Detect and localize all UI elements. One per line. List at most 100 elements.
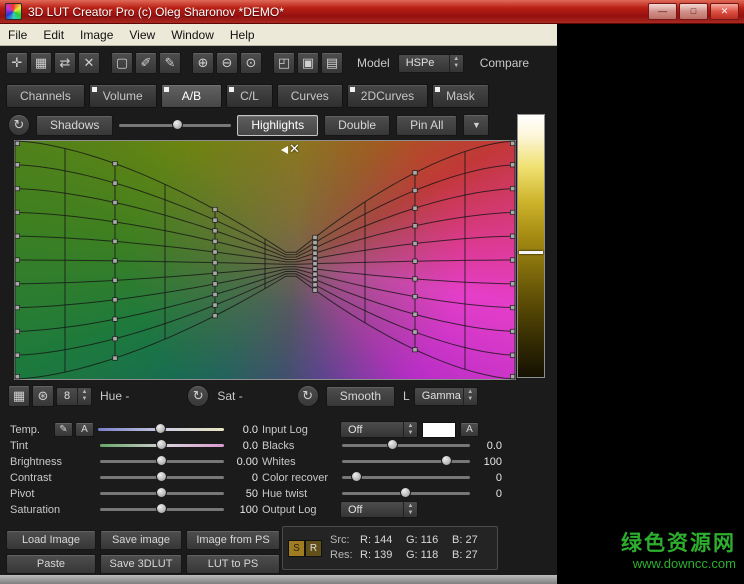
collapse-tool-button[interactable]: ⇄ — [54, 52, 76, 74]
checker-tool-button[interactable]: ▣ — [297, 52, 319, 74]
frame-tool-button[interactable]: ◰ — [273, 52, 295, 74]
menu-item-image[interactable]: Image — [72, 24, 121, 45]
ab-mesh[interactable] — [15, 141, 515, 379]
slider-thumb[interactable] — [156, 471, 167, 482]
sat-reset-button[interactable]: ↻ — [297, 385, 319, 407]
luminance-bar[interactable] — [517, 114, 545, 378]
load-image-button[interactable]: Load Image — [6, 530, 96, 550]
menu-item-help[interactable]: Help — [222, 24, 263, 45]
slider-thumb[interactable] — [400, 487, 411, 498]
zoom-in-button[interactable]: ⊕ — [192, 52, 214, 74]
color-wheel-button[interactable]: ⊛ — [32, 385, 54, 407]
shadows-highlights-slider[interactable] — [119, 117, 231, 133]
pen-tool-button[interactable]: ✎ — [159, 52, 181, 74]
color-recover-slider[interactable] — [342, 470, 470, 486]
zoom-out-button[interactable]: ⊖ — [216, 52, 238, 74]
tab-2dcurves[interactable]: 2DCurves — [347, 84, 428, 108]
pivot-slider[interactable] — [100, 486, 224, 502]
slider-thumb[interactable] — [155, 423, 166, 434]
double-button[interactable]: Double — [324, 115, 390, 136]
ab-color-plane[interactable]: ✕ — [14, 140, 516, 380]
mouse-cursor: ✕ — [281, 141, 300, 157]
auto-label: A — [81, 424, 88, 435]
brightness-slider[interactable] — [100, 454, 224, 470]
minimize-button[interactable]: — — [648, 3, 677, 20]
tab-curves[interactable]: Curves — [277, 84, 343, 108]
grid-options-dropdown-button[interactable]: ▼ — [463, 114, 489, 136]
grid-divisions-spinner[interactable]: 8 ▲▼ — [56, 387, 92, 406]
saturation-slider[interactable] — [100, 502, 224, 518]
output-log-select[interactable]: Off ▲▼ — [340, 501, 418, 518]
slider-thumb[interactable] — [156, 439, 167, 450]
menu-item-edit[interactable]: Edit — [35, 24, 72, 45]
temp-slider[interactable] — [98, 422, 224, 438]
slider-thumb[interactable] — [156, 455, 167, 466]
model-spinner[interactable]: ▲▼ — [449, 55, 463, 72]
move-tool-button[interactable]: ✛ — [6, 52, 28, 74]
delete-tool-button[interactable]: ✕ — [78, 52, 100, 74]
output-log-spinner[interactable]: ▲▼ — [403, 502, 417, 517]
save-image-button[interactable]: Save image — [100, 530, 182, 550]
tab-channels[interactable]: Channels — [6, 84, 85, 108]
input-log-spinner[interactable]: ▲▼ — [403, 422, 417, 437]
slider-thumb[interactable] — [156, 487, 167, 498]
whites-slider[interactable] — [342, 454, 470, 470]
hue-twist-slider[interactable] — [342, 486, 470, 502]
res-sample-swatch[interactable]: R — [305, 540, 322, 557]
highlights-button[interactable]: Highlights — [237, 115, 318, 136]
luminance-marker[interactable] — [519, 251, 543, 254]
eyedropper-tool-button[interactable]: ✐ — [135, 52, 157, 74]
slider-thumb[interactable] — [172, 119, 183, 130]
table-tool-button[interactable]: ▤ — [321, 52, 343, 74]
maximize-button[interactable]: □ — [679, 3, 708, 20]
slider-thumb[interactable] — [441, 455, 452, 466]
divisions-spinner-arrows[interactable]: ▲▼ — [77, 388, 91, 405]
slider-thumb[interactable] — [351, 471, 362, 482]
hue-reset-button[interactable]: ↻ — [187, 385, 209, 407]
mesh-grid-tool-button[interactable]: ▦ — [30, 52, 52, 74]
slider-thumb[interactable] — [387, 439, 398, 450]
zoom-fit-icon: ⊙ — [246, 55, 257, 71]
temp-pencil-button[interactable]: ✎ — [54, 422, 73, 437]
title-bar[interactable]: 3D LUT Creator Pro (c) Oleg Sharonov *DE… — [0, 0, 744, 24]
save-3dlut-button[interactable]: Save 3DLUT — [100, 554, 182, 574]
marquee-tool-button[interactable]: ▢ — [111, 52, 133, 74]
compare-label[interactable]: Compare — [480, 56, 529, 70]
reference-color-swatch[interactable] — [422, 422, 456, 438]
gamma-spinner-arrows[interactable]: ▲▼ — [463, 388, 477, 405]
blacks-slider[interactable] — [342, 438, 470, 454]
gamma-select[interactable]: Gamma ▲▼ — [414, 387, 478, 406]
input-log-label: Input Log — [262, 424, 340, 436]
slider-track[interactable] — [342, 444, 470, 447]
tint-slider[interactable] — [100, 438, 224, 454]
model-select[interactable]: HSPe ▲▼ — [398, 54, 464, 73]
zoom-fit-button[interactable]: ⊙ — [240, 52, 262, 74]
menu-item-view[interactable]: View — [121, 24, 163, 45]
close-icon: ✕ — [721, 6, 729, 16]
grid-density-button[interactable]: ▦ — [8, 385, 30, 407]
contrast-slider[interactable] — [100, 470, 224, 486]
spinner-down-icon: ▼ — [82, 396, 88, 403]
reset-grid-button[interactable]: ↻ — [8, 114, 30, 136]
shadows-button[interactable]: Shadows — [36, 115, 113, 136]
input-auto-button[interactable]: A — [460, 422, 479, 437]
close-button[interactable]: ✕ — [710, 3, 739, 20]
spinner-down-icon: ▼ — [408, 430, 414, 437]
tab-ab[interactable]: A/B — [161, 84, 222, 108]
temp-auto-button[interactable]: A — [75, 422, 94, 437]
tab-cl[interactable]: C/L — [226, 84, 273, 108]
whites-value: 100 — [472, 456, 502, 468]
slider-thumb[interactable] — [156, 503, 167, 514]
menu-item-window[interactable]: Window — [163, 24, 222, 45]
window-resize-border[interactable] — [0, 575, 557, 584]
smooth-button[interactable]: Smooth — [326, 386, 395, 407]
pin-all-button[interactable]: Pin All — [396, 115, 457, 136]
lut-to-ps-button[interactable]: LUT to PS — [186, 554, 280, 574]
tab-mask[interactable]: Mask — [432, 84, 489, 108]
src-sample-swatch[interactable]: S — [288, 540, 305, 557]
paste-button[interactable]: Paste — [6, 554, 96, 574]
tab-volume[interactable]: Volume — [89, 84, 157, 108]
input-log-select[interactable]: Off ▲▼ — [340, 421, 418, 438]
menu-item-file[interactable]: File — [0, 24, 35, 45]
image-from-ps-button[interactable]: Image from PS — [186, 530, 280, 550]
